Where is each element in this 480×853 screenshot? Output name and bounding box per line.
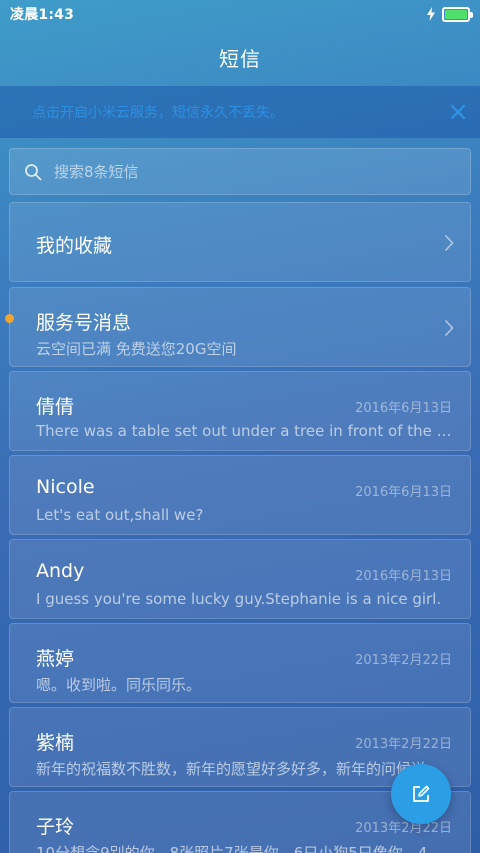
favorites-item[interactable]: 我的收藏: [9, 202, 471, 282]
favorites-label: 我的收藏: [36, 235, 113, 257]
message-date: 2016年6月13日: [355, 401, 452, 416]
conversation-item[interactable]: 倩倩 2016年6月13日 There was a table set out …: [9, 371, 471, 451]
service-messages-item[interactable]: 服务号消息 云空间已满 免费送您20G空间: [5, 287, 471, 367]
message-date: 2016年6月13日: [355, 485, 452, 500]
message-preview: 新年的祝福数不胜数，新年的愿望好多好多，新年的问候送给你: [36, 760, 454, 778]
notice-text[interactable]: 点击开启小米云服务，短信永久不丢失。: [32, 102, 284, 122]
compose-icon: [413, 785, 430, 802]
service-name: 服务号消息: [36, 312, 132, 334]
message-preview: 10分想念9别的你，8张照片7张是你，6只小狗5只像你，4...: [36, 844, 442, 853]
compose-button[interactable]: [391, 764, 451, 824]
conversation-item[interactable]: 燕婷 2013年2月22日 嗯。收到啦。同乐同乐。: [9, 623, 471, 703]
battery-icon: [442, 6, 473, 22]
search-icon: [25, 163, 42, 180]
message-date: 2016年6月13日: [355, 569, 452, 584]
message-date: 2013年2月22日: [355, 821, 452, 836]
message-preview: 嗯。收到啦。同乐同乐。: [36, 676, 202, 694]
conversation-item[interactable]: Andy 2016年6月13日 I guess you're some luck…: [9, 539, 471, 619]
message-preview: There was a table set out under a tree i…: [36, 422, 454, 440]
close-icon[interactable]: [450, 104, 466, 120]
contact-name: 紫楠: [36, 732, 75, 754]
page-title: 短信: [219, 46, 261, 71]
message-date: 2013年2月22日: [355, 737, 452, 752]
status-indicators: [426, 6, 473, 22]
charging-bolt-icon: [427, 7, 435, 21]
search-input[interactable]: [54, 162, 434, 181]
status-time: 凌晨1:43: [10, 7, 75, 23]
status-bar: 凌晨1:43: [0, 0, 480, 28]
contact-name: 倩倩: [36, 396, 75, 418]
chevron-right-icon: [444, 319, 454, 337]
message-preview: I guess you're some lucky guy.Stephanie …: [36, 590, 442, 608]
battery-fill: [445, 9, 467, 19]
contact-name: Nicole: [36, 476, 95, 498]
unread-dot: [5, 314, 14, 323]
message-preview: Let's eat out,shall we?: [36, 506, 204, 524]
message-date: 2013年2月22日: [355, 653, 452, 668]
contact-name: Andy: [36, 560, 85, 582]
contact-name: 子玲: [36, 816, 75, 838]
search-box[interactable]: [9, 148, 471, 195]
service-preview: 云空间已满 免费送您20G空间: [36, 340, 237, 358]
cloud-notice-bar[interactable]: 点击开启小米云服务，短信永久不丢失。: [0, 86, 480, 138]
title-bar: 短信: [0, 28, 480, 86]
chevron-right-icon: [444, 234, 454, 252]
conversation-item[interactable]: Nicole 2016年6月13日 Let's eat out,shall we…: [9, 455, 471, 535]
contact-name: 燕婷: [36, 648, 75, 670]
